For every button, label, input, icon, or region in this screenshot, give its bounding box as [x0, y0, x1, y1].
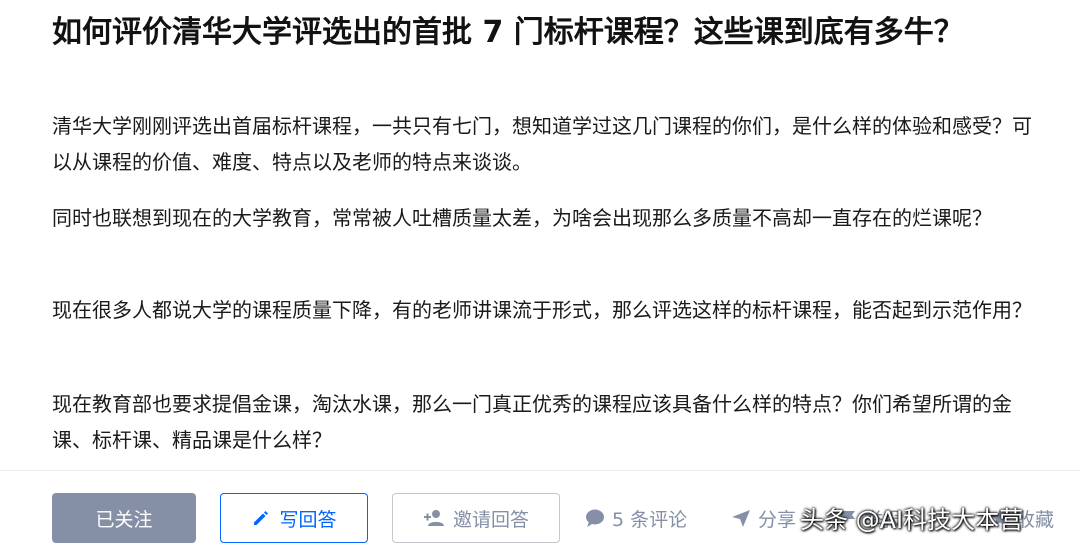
follow-button[interactable]: 已关注: [52, 493, 196, 543]
invite-answer-button[interactable]: 邀请回答: [392, 493, 560, 543]
comments-button[interactable]: 5 条评论: [584, 493, 687, 543]
question-paragraph-4: 现在教育部也要求提倡金课，淘汰水课，那么一门真正优秀的课程应该具备什么样的特点？…: [52, 392, 1012, 452]
share-button[interactable]: 分享: [730, 493, 796, 543]
share-label: 分享: [758, 508, 797, 531]
question-paragraph-1: 清华大学刚刚评选出首届标杆课程，一共只有七门，想知道学过这几门课程的你们，是什么…: [52, 114, 1032, 174]
write-answer-button[interactable]: 写回答: [220, 493, 368, 543]
question-paragraph-2: 同时也联想到现在的大学教育，常常被人吐槽质量太差，为啥会出现那么多质量不高却一直…: [52, 206, 992, 230]
comment-bubble-icon: [586, 509, 604, 527]
comments-count-label: 5 条评论: [612, 508, 688, 531]
question-paragraph-3: 现在很多人都说大学的课程质量下降，有的老师讲课流于形式，那么评选这样的标杆课程，…: [52, 298, 1032, 322]
add-person-icon: [423, 510, 444, 526]
pencil-icon: [254, 511, 269, 525]
question-title: 如何评价清华大学评选出的首批 7 门标杆课程？这些课到底有多牛？: [52, 15, 964, 50]
invite-answer-label: 邀请回答: [452, 508, 529, 531]
write-answer-label: 写回答: [279, 508, 337, 531]
watermark: 头条 @AI科技大本营: [800, 506, 1024, 534]
divider: [0, 470, 1080, 471]
follow-button-label: 已关注: [95, 508, 153, 531]
paper-plane-icon: [732, 510, 750, 527]
